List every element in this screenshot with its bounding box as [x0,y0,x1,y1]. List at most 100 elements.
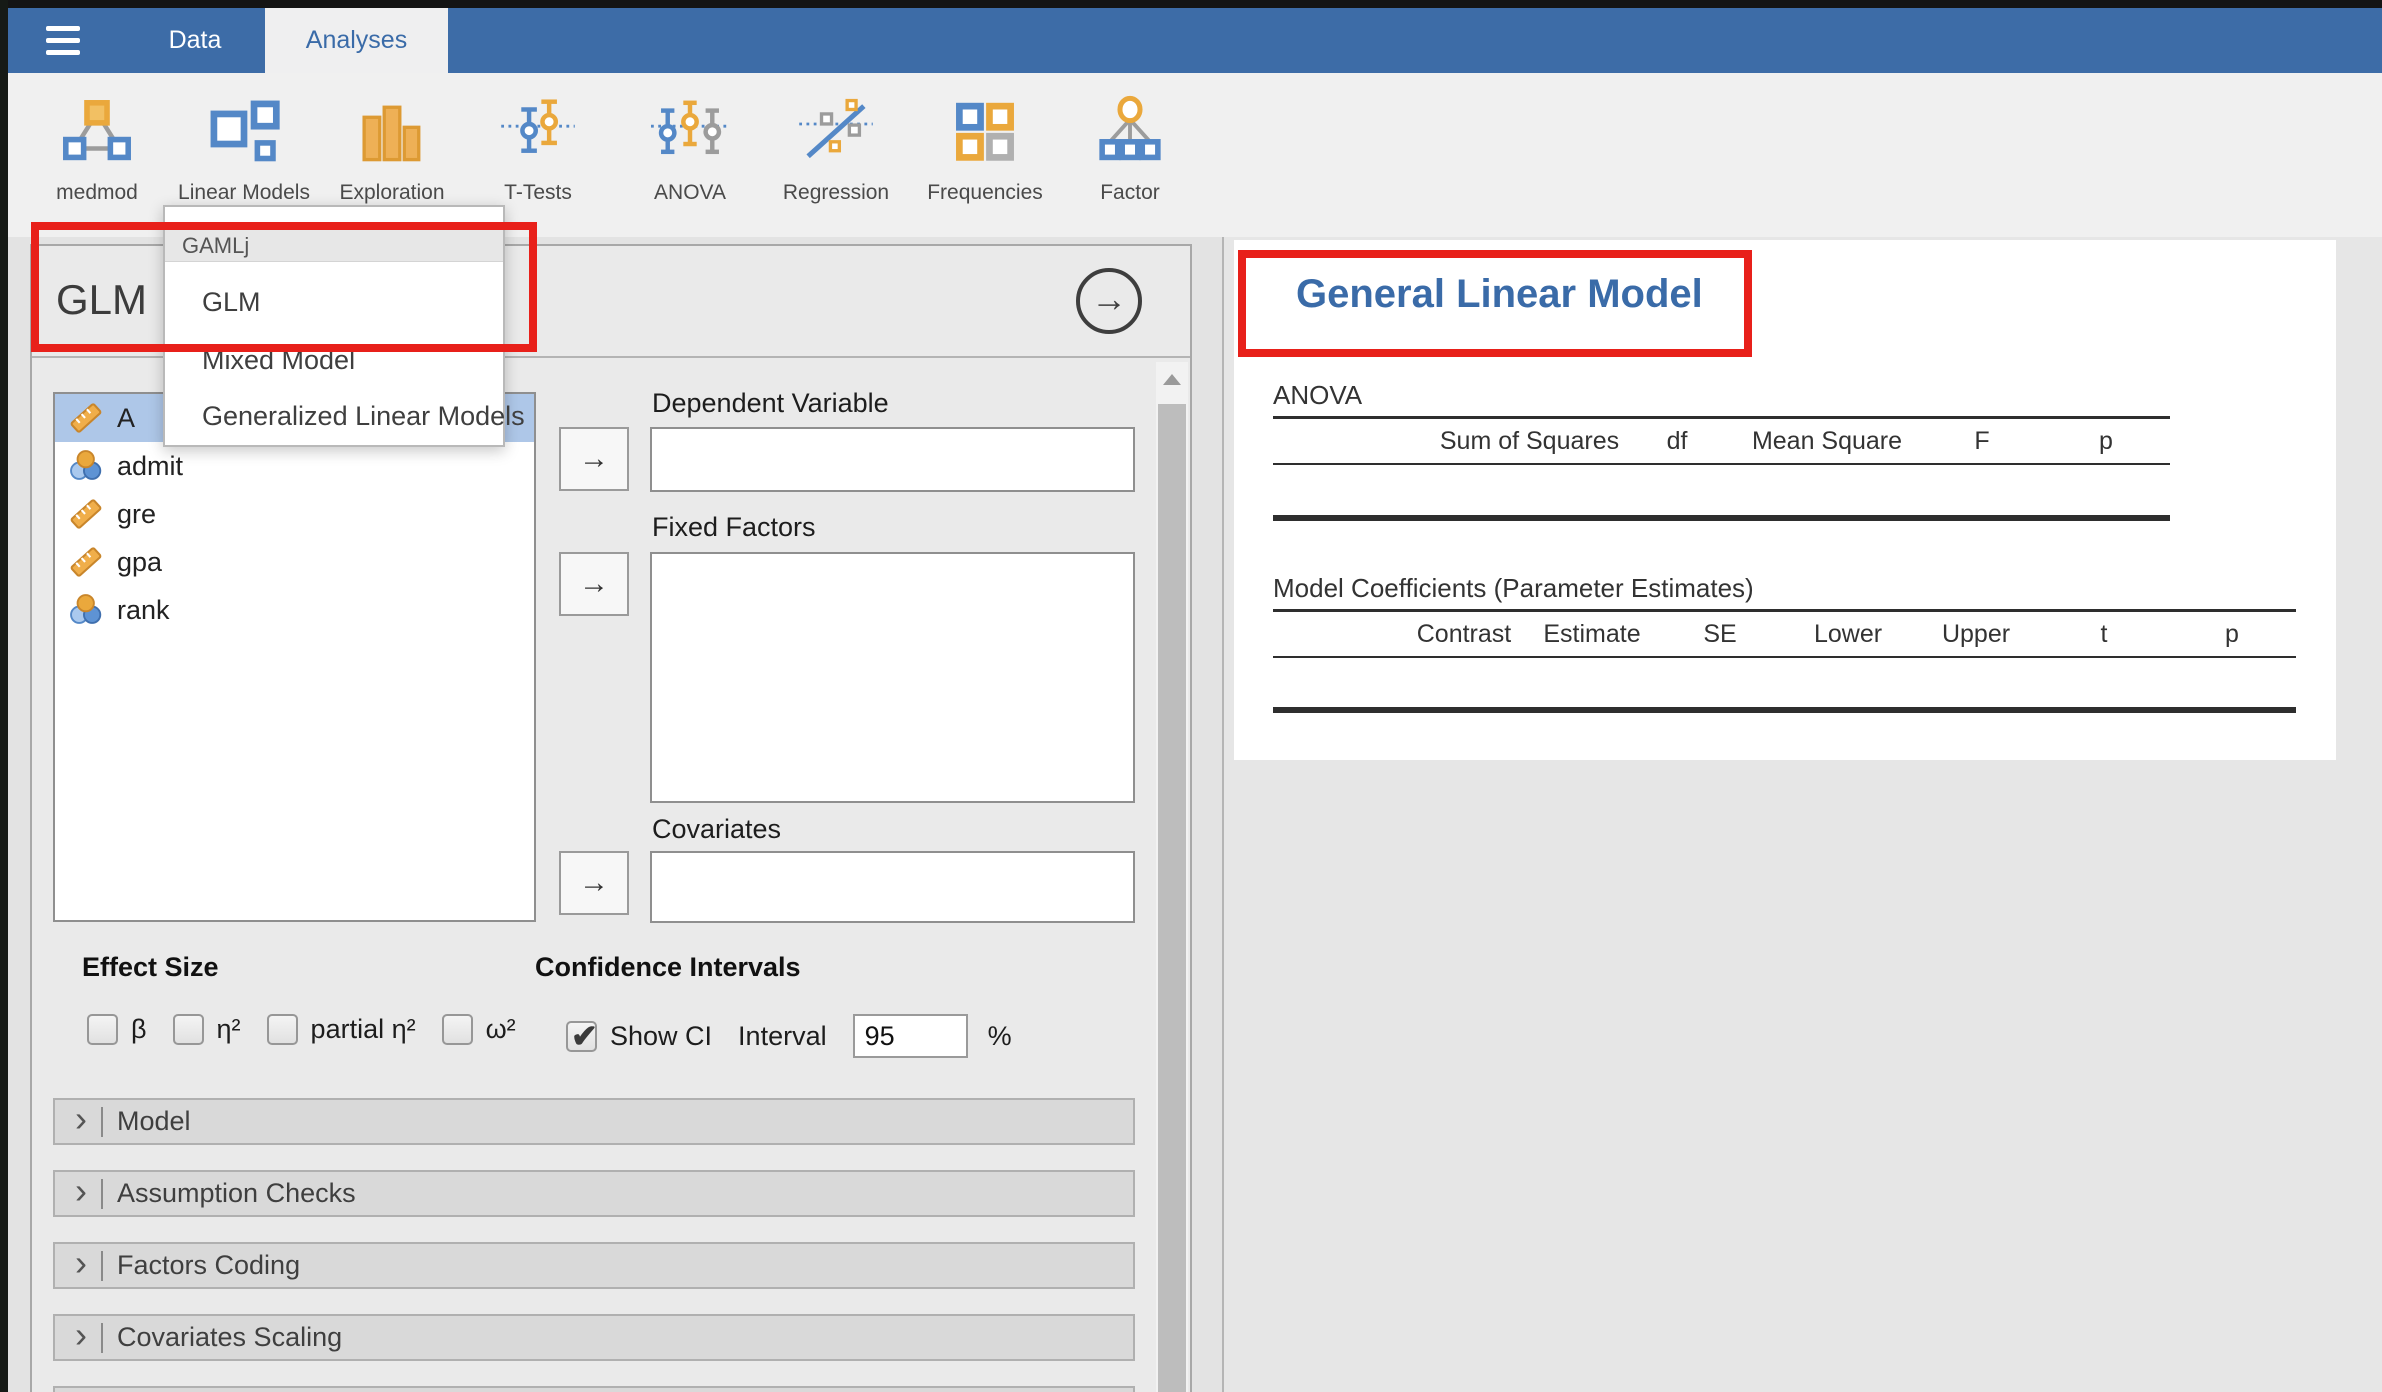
variable-name: A [117,402,136,433]
column-header: Estimate [1543,619,1641,648]
column-header: Contrast [1416,619,1512,648]
show-ci-checkbox[interactable]: ✔ [566,1018,598,1054]
omega-squared-checkbox[interactable]: ✔ [441,1014,473,1045]
anova-icon [651,100,729,155]
tab-data[interactable]: Data [120,8,270,73]
ribbon-item-anova[interactable]: ANOVA [615,95,765,225]
ribbon-item-regression[interactable]: Regression [761,95,911,225]
right-arrow-icon: → [1091,278,1127,319]
variable-row[interactable]: admit [55,442,534,490]
menu-item-label: Generalized Linear Models [202,400,525,431]
section-label: Assumption Checks [117,1178,356,1208]
hamburger-menu-icon[interactable] [46,26,90,56]
omega-squared-label: ω² [485,1014,516,1044]
nominal-variable-icon [70,450,102,480]
effect-size-options: ✔ β ✔ η² ✔ partial η² ✔ ω² [87,1014,542,1045]
ribbon-item-frequencies[interactable]: Frequencies [910,95,1060,225]
anova-table: Sum of Squares df Mean Square F p [1273,416,2170,521]
show-ci-label: Show CI [610,1020,713,1051]
scroll-up-icon[interactable] [1163,374,1181,385]
ribbon-label: medmod [56,181,138,204]
window-edge [0,0,2382,8]
section-factors-coding[interactable]: › Factors Coding [53,1242,1135,1289]
covariates-label: Covariates [652,814,782,844]
coefficients-table-body [1273,658,2296,713]
ribbon-item-medmod[interactable]: medmod [22,95,172,225]
coefficients-table-title: Model Coefficients (Parameter Estimates) [1273,573,1754,603]
column-header: df [1666,426,1688,455]
medmod-icon [63,100,131,161]
ribbon-label: ANOVA [654,181,726,204]
column-header: t [2100,619,2108,648]
ribbon-label: Frequencies [927,181,1043,204]
section-label: Factors Coding [117,1250,301,1280]
anova-table-body [1273,465,2170,521]
tab-analyses[interactable]: Analyses [265,8,448,73]
continuous-variable-icon [70,499,102,529]
panel-scrollbar[interactable] [1156,362,1188,1392]
move-to-covariates-button[interactable]: → [559,851,629,915]
beta-checkbox[interactable]: ✔ [87,1014,118,1045]
continuous-variable-icon [70,547,102,577]
variable-list[interactable]: A admit gre gpa rank [53,392,536,922]
column-header: p [2099,426,2113,455]
partial-eta-squared-label: partial η² [310,1014,416,1044]
menu-item-mixed-model[interactable]: Mixed Model [165,340,503,380]
ribbon-label: Linear Models [178,181,310,204]
beta-label: β [131,1014,147,1044]
fixed-factors-box[interactable] [650,552,1135,803]
section-covariates-scaling[interactable]: › Covariates Scaling [53,1314,1135,1361]
interval-input[interactable] [852,1014,968,1058]
column-header: SE [1703,619,1737,648]
ribbon-label: Factor [1100,181,1160,204]
column-header: F [1974,426,1990,455]
eta-squared-label: η² [216,1014,241,1044]
variable-row[interactable]: rank [55,586,534,634]
section-label: Model [117,1106,191,1136]
column-header: Sum of Squares [1439,426,1620,455]
menu-item-glm[interactable]: GLM [165,282,503,322]
frequencies-icon [956,102,1014,161]
section-label: Covariates Scaling [117,1322,343,1352]
move-to-dependent-button[interactable]: → [559,427,629,491]
right-arrow-icon: → [579,567,609,600]
confidence-intervals-title: Confidence Intervals [535,952,801,982]
partial-eta-squared-checkbox[interactable]: ✔ [266,1014,298,1045]
interval-label: Interval [738,1020,827,1051]
right-arrow-icon: → [579,866,609,899]
eta-squared-checkbox[interactable]: ✔ [172,1014,204,1045]
scrollbar-thumb[interactable] [1158,404,1186,1392]
confidence-intervals-options: ✔ Show CI Interval % [566,1014,1038,1058]
section-partial[interactable] [53,1386,1135,1392]
variable-name: admit [117,450,184,481]
jamovi-window: Data Analyses medmod Linear Models Explo… [0,0,2382,1392]
dependent-variable-label: Dependent Variable [652,388,889,418]
section-model[interactable]: › Model [53,1098,1135,1145]
variable-name: rank [117,594,170,625]
right-arrow-icon: → [579,442,609,475]
column-header: Mean Square [1751,426,1903,455]
covariates-box[interactable] [650,851,1135,923]
ribbon-label: T-Tests [504,181,572,204]
variable-row[interactable]: gpa [55,538,534,586]
section-assumption-checks[interactable]: › Assumption Checks [53,1170,1135,1217]
ribbon-label: Regression [782,181,890,204]
run-analysis-button[interactable]: → [1076,268,1142,334]
results-page: General Linear Model ANOVA Sum of Square… [1234,240,2336,760]
menu-group-header: GAMLj [165,230,503,262]
menu-item-generalized-linear-models[interactable]: Generalized Linear Models [165,396,525,436]
column-header: p [2225,619,2239,648]
ribbon-item-factor[interactable]: Factor [1055,95,1205,225]
regression-icon [799,98,873,159]
factor-icon [1099,95,1161,161]
variable-name: gre [117,498,157,529]
variable-row[interactable]: gre [55,490,534,538]
exploration-icon [362,105,421,162]
column-header: Upper [1941,619,2011,648]
move-to-fixed-factors-button[interactable]: → [559,552,629,616]
percent-label: % [987,1020,1012,1051]
anova-table-header: Sum of Squares df Mean Square F p [1273,419,2170,465]
results-panel: General Linear Model ANOVA Sum of Square… [1222,237,2382,1392]
anova-table-title: ANOVA [1273,380,1363,410]
dependent-variable-box[interactable] [650,427,1135,492]
